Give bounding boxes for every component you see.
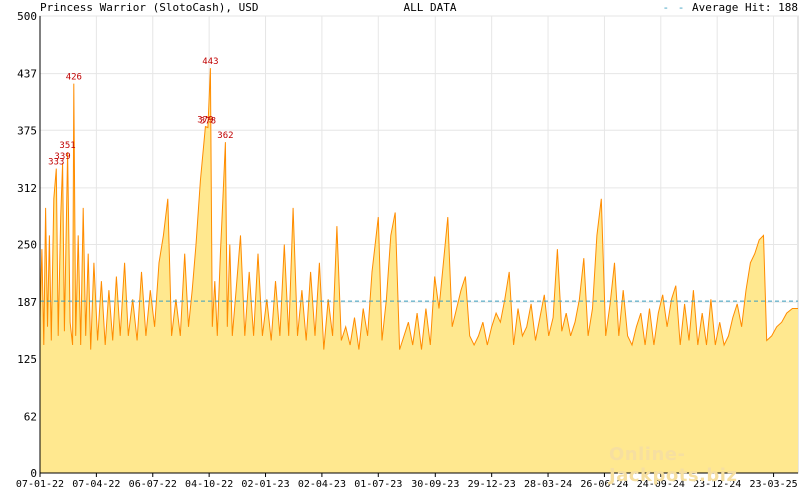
x-tick-label: 07-04-22: [72, 479, 120, 490]
y-tick-label: 250: [17, 239, 37, 252]
x-tick-label: 30-09-23: [411, 479, 459, 490]
y-tick-label: 187: [17, 296, 37, 309]
x-tick-label: 06-07-22: [129, 479, 177, 490]
y-tick-label: 375: [17, 124, 37, 137]
peak-label: 339: [54, 152, 70, 162]
jackpot-chart: 06212518725031237543750007-01-22 07-04-22…: [16, 10, 799, 490]
x-tick-label: 02-04-23: [298, 479, 346, 490]
peak-label: 426: [66, 73, 82, 83]
y-tick-label: 312: [17, 182, 37, 195]
peak-label: 443: [202, 57, 218, 67]
average-legend: - - Average Hit: 188: [663, 1, 798, 14]
x-tick-label: 04-10-22: [185, 479, 233, 490]
average-legend-swatch: - -: [662, 1, 686, 14]
peak-label: 362: [217, 131, 233, 141]
x-tick-label: 01-07-23: [354, 479, 402, 490]
x-tick-label: 02-01-23: [241, 479, 289, 490]
y-tick-label: 125: [17, 353, 37, 366]
x-tick-label: 07-01-22: [16, 479, 64, 490]
average-legend-label: Average Hit: 188: [692, 1, 798, 14]
x-tick-label: 28-03-24: [524, 479, 572, 490]
peak-label: 378: [200, 117, 216, 127]
x-tick-label: 29-12-23: [468, 479, 516, 490]
watermark: Online-Jackpots.biz: [609, 444, 738, 486]
y-tick-label: 62: [24, 410, 37, 423]
peak-label: 351: [59, 141, 75, 151]
y-tick-label: 437: [17, 68, 37, 81]
